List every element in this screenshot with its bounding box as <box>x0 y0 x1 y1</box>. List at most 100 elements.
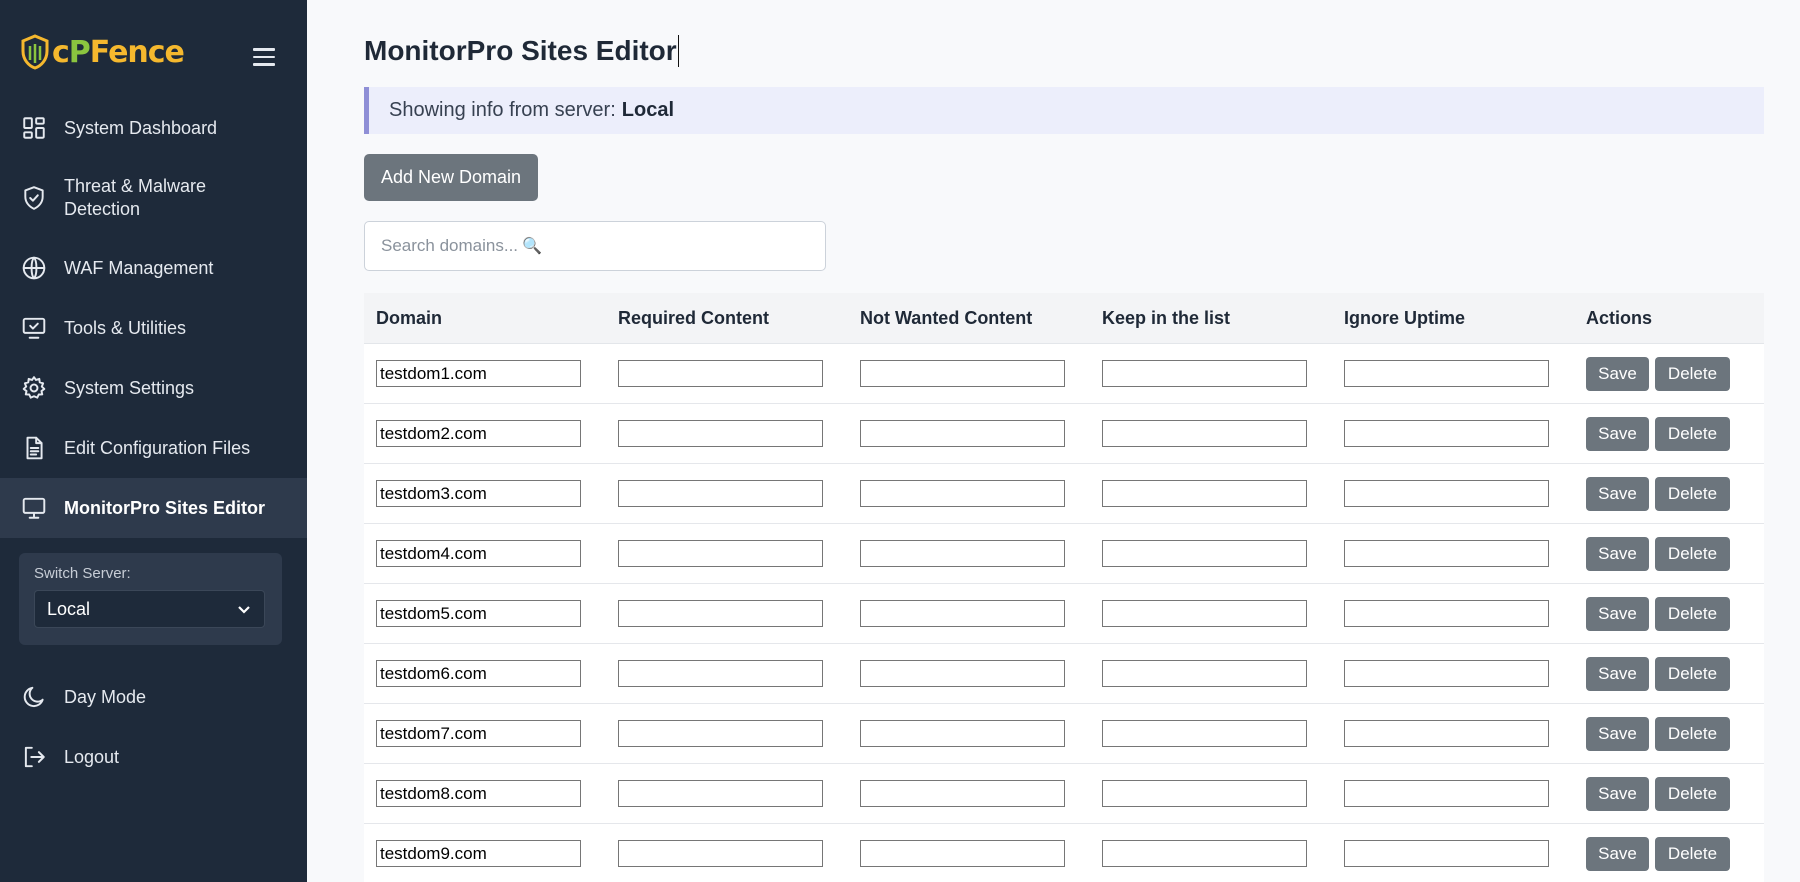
delete-button[interactable]: Delete <box>1655 536 1730 571</box>
keep-in-list-field[interactable] <box>1102 360 1307 387</box>
not-wanted-content-field[interactable] <box>860 420 1065 447</box>
not-wanted-content-field[interactable] <box>860 480 1065 507</box>
table-cell <box>1332 420 1574 447</box>
delete-button[interactable]: Delete <box>1655 596 1730 631</box>
save-button[interactable]: Save <box>1586 716 1649 751</box>
delete-button[interactable]: Delete <box>1655 776 1730 811</box>
required-content-field[interactable] <box>618 840 823 867</box>
save-button[interactable]: Save <box>1586 356 1649 391</box>
domain-field[interactable]: testdom2.com <box>376 420 581 447</box>
save-button[interactable]: Save <box>1586 416 1649 451</box>
not-wanted-content-field[interactable] <box>860 600 1065 627</box>
domains-table: Domain Required Content Not Wanted Conte… <box>364 293 1764 882</box>
domain-field[interactable]: testdom5.com <box>376 600 581 627</box>
sidebar-item-tools-utilities[interactable]: Tools & Utilities <box>0 298 307 358</box>
table-cell: testdom8.com <box>364 780 606 807</box>
delete-button[interactable]: Delete <box>1655 356 1730 391</box>
moon-icon <box>20 683 48 711</box>
ignore-uptime-field[interactable] <box>1344 420 1549 447</box>
not-wanted-content-field[interactable] <box>860 720 1065 747</box>
keep-in-list-field[interactable] <box>1102 660 1307 687</box>
keep-in-list-field[interactable] <box>1102 480 1307 507</box>
search-input[interactable]: Search domains... 🔍 <box>364 221 826 271</box>
table-cell <box>1332 660 1574 687</box>
ignore-uptime-field[interactable] <box>1344 360 1549 387</box>
sidebar-item-system-settings[interactable]: System Settings <box>0 358 307 418</box>
save-button[interactable]: Save <box>1586 776 1649 811</box>
required-content-field[interactable] <box>618 600 823 627</box>
not-wanted-content-field[interactable] <box>860 360 1065 387</box>
ignore-uptime-field[interactable] <box>1344 540 1549 567</box>
menu-toggle-icon[interactable] <box>253 48 275 66</box>
sidebar-item-label: WAF Management <box>64 257 214 278</box>
required-content-field[interactable] <box>618 660 823 687</box>
ignore-uptime-field[interactable] <box>1344 780 1549 807</box>
sidebar-item-label: Tools & Utilities <box>64 317 187 338</box>
required-content-field[interactable] <box>618 480 823 507</box>
delete-button[interactable]: Delete <box>1655 716 1730 751</box>
keep-in-list-field[interactable] <box>1102 600 1307 627</box>
keep-in-list-field[interactable] <box>1102 720 1307 747</box>
table-cell: testdom6.com <box>364 660 606 687</box>
save-button[interactable]: Save <box>1586 536 1649 571</box>
save-button[interactable]: Save <box>1586 476 1649 511</box>
ignore-uptime-field[interactable] <box>1344 480 1549 507</box>
domain-field[interactable]: testdom4.com <box>376 540 581 567</box>
sidebar-item-threat-malware[interactable]: Threat & Malware Detection <box>0 158 307 238</box>
required-content-field[interactable] <box>618 540 823 567</box>
domain-field[interactable]: testdom1.com <box>376 360 581 387</box>
delete-button[interactable]: Delete <box>1655 416 1730 451</box>
domain-field[interactable]: testdom3.com <box>376 480 581 507</box>
keep-in-list-field[interactable] <box>1102 420 1307 447</box>
monitor-icon <box>20 494 48 522</box>
save-button[interactable]: Save <box>1586 596 1649 631</box>
sidebar-item-monitorpro[interactable]: MonitorPro Sites Editor <box>0 478 307 538</box>
sidebar-item-edit-config[interactable]: Edit Configuration Files <box>0 418 307 478</box>
table-cell <box>1332 720 1574 747</box>
sidebar-item-waf-management[interactable]: WAF Management <box>0 238 307 298</box>
switch-server-label: Switch Server: <box>34 565 131 582</box>
delete-button[interactable]: Delete <box>1655 836 1730 871</box>
table-cell <box>1332 480 1574 507</box>
domain-field[interactable]: testdom7.com <box>376 720 581 747</box>
sidebar-item-logout[interactable]: Logout <box>0 727 307 787</box>
keep-in-list-field[interactable] <box>1102 840 1307 867</box>
cpfence-logo[interactable]: cPFence <box>20 32 195 72</box>
sidebar-item-system-dashboard[interactable]: System Dashboard <box>0 98 307 158</box>
server-select[interactable]: Local <box>34 590 265 628</box>
save-button[interactable]: Save <box>1586 836 1649 871</box>
not-wanted-content-field[interactable] <box>860 780 1065 807</box>
table-cell <box>1090 360 1332 387</box>
domain-field[interactable]: testdom6.com <box>376 660 581 687</box>
not-wanted-content-field[interactable] <box>860 660 1065 687</box>
required-content-field[interactable] <box>618 360 823 387</box>
table-row: testdom6.com Save Delete <box>364 644 1764 704</box>
delete-button[interactable]: Delete <box>1655 476 1730 511</box>
required-content-field[interactable] <box>618 780 823 807</box>
ignore-uptime-field[interactable] <box>1344 720 1549 747</box>
delete-button[interactable]: Delete <box>1655 656 1730 691</box>
sidebar-item-label: System Settings <box>64 377 195 398</box>
required-content-field[interactable] <box>618 720 823 747</box>
keep-in-list-field[interactable] <box>1102 780 1307 807</box>
keep-in-list-field[interactable] <box>1102 540 1307 567</box>
domain-field[interactable]: testdom9.com <box>376 840 581 867</box>
table-cell <box>848 480 1090 507</box>
required-content-field[interactable] <box>618 420 823 447</box>
not-wanted-content-field[interactable] <box>860 540 1065 567</box>
ignore-uptime-field[interactable] <box>1344 660 1549 687</box>
column-header-not-wanted: Not Wanted Content <box>860 307 1033 328</box>
sidebar-nav: System Dashboard Threat & Malware Detect… <box>0 98 307 538</box>
column-header-domain: Domain <box>376 307 443 328</box>
monitor-check-icon <box>20 314 48 342</box>
sidebar-item-day-mode[interactable]: Day Mode <box>0 667 307 727</box>
ignore-uptime-field[interactable] <box>1344 600 1549 627</box>
not-wanted-content-field[interactable] <box>860 840 1065 867</box>
table-cell <box>606 600 848 627</box>
save-button[interactable]: Save <box>1586 656 1649 691</box>
add-new-domain-button[interactable]: Add New Domain <box>364 154 538 201</box>
table-body: testdom1.com Save Delete testdom2.com Save De… <box>364 344 1764 882</box>
domain-field[interactable]: testdom8.com <box>376 780 581 807</box>
table-cell <box>848 720 1090 747</box>
ignore-uptime-field[interactable] <box>1344 840 1549 867</box>
